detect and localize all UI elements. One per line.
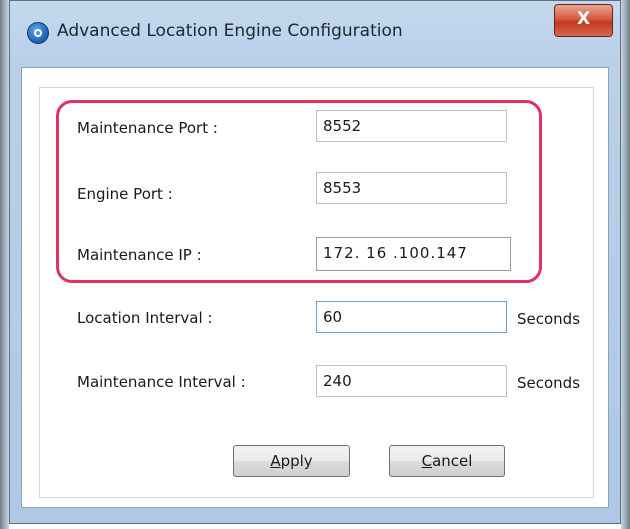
close-button[interactable]: X — [554, 4, 613, 37]
location-interval-label: Location Interval : — [77, 309, 213, 327]
title-bar[interactable]: Advanced Location Engine Configuration X — [10, 1, 620, 67]
background-right-edge — [621, 0, 630, 529]
dialog-client-area: Maintenance Port : 8552 Engine Port : 85… — [21, 67, 609, 508]
engine-port-label: Engine Port : — [77, 185, 173, 203]
apply-button[interactable]: Apply — [233, 445, 350, 477]
app-icon — [27, 22, 49, 44]
maintenance-interval-unit: Seconds — [517, 374, 581, 392]
cancel-button[interactable]: Cancel — [389, 445, 505, 477]
engine-port-input[interactable]: 8553 — [316, 172, 507, 204]
location-interval-unit: Seconds — [517, 310, 581, 328]
location-interval-input[interactable]: 60 — [316, 301, 507, 333]
dialog-window: Advanced Location Engine Configuration X… — [9, 0, 621, 524]
maintenance-interval-input[interactable]: 240 — [316, 365, 507, 397]
background-left-edge — [0, 0, 9, 529]
cancel-label: ancel — [432, 452, 473, 470]
window-title: Advanced Location Engine Configuration — [57, 21, 403, 41]
apply-mnemonic: A — [270, 452, 281, 470]
maintenance-interval-label: Maintenance Interval : — [77, 373, 246, 391]
cancel-mnemonic: C — [421, 452, 433, 470]
maintenance-ip-input[interactable]: 172. 16 .100.147 — [316, 237, 511, 271]
maintenance-port-input[interactable]: 8552 — [316, 110, 507, 142]
apply-label: pply — [280, 452, 313, 470]
maintenance-port-label: Maintenance Port : — [77, 119, 218, 137]
maintenance-ip-label: Maintenance IP : — [77, 246, 202, 264]
